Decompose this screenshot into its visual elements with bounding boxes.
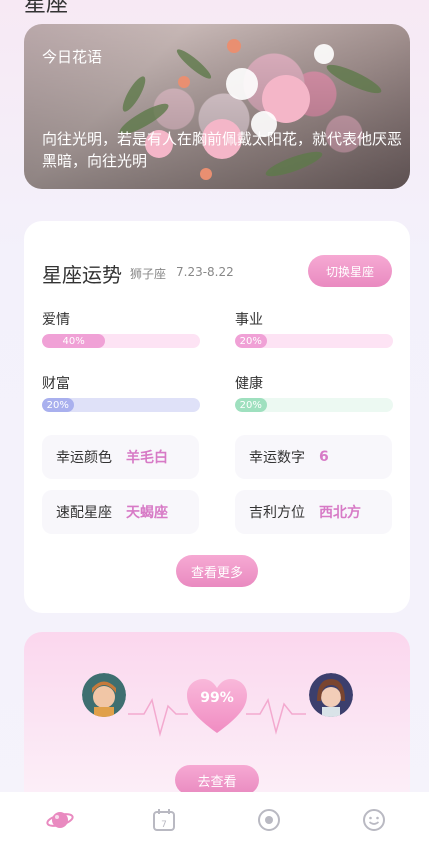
match-sign-value: 天蝎座: [126, 505, 168, 521]
fortune-card: 星座运势 狮子座 7.23-8.22 切换星座 爱情 40% 事业 20% 财富…: [24, 221, 410, 613]
career-progress-fill: 20%: [235, 334, 267, 348]
sign-name: 狮子座: [130, 267, 167, 281]
compatibility-percent: 99%: [200, 690, 234, 706]
sign-date-range: 7.23-8.22: [176, 265, 234, 279]
tab-record[interactable]: [256, 807, 282, 833]
love-progress-bar: 40%: [42, 334, 200, 348]
health-label: 健康: [235, 376, 263, 392]
lucky-direction-value: 西北方: [319, 505, 361, 521]
wealth-label: 财富: [42, 376, 70, 392]
smiley-icon: [363, 809, 385, 831]
career-progress-bar: 20%: [235, 334, 393, 348]
lucky-color-value: 羊毛白: [126, 450, 168, 466]
bottom-tab-bar: 7: [0, 792, 429, 846]
health-progress-fill: 20%: [235, 398, 267, 412]
switch-sign-button[interactable]: 切换星座: [308, 255, 392, 287]
tab-horoscope[interactable]: [46, 807, 74, 833]
lucky-direction-label: 吉利方位: [249, 505, 305, 521]
go-view-button[interactable]: 去查看: [175, 765, 259, 795]
flower-language-quote: 向往光明，若是有人在胸前佩戴太阳花，就代表他厌恶黑暗，向往光明: [42, 130, 403, 170]
health-progress-bar: 20%: [235, 398, 393, 412]
wealth-progress-bar: 20%: [42, 398, 200, 412]
page-title: 星座: [24, 0, 69, 17]
tab-calendar[interactable]: 7: [151, 807, 177, 833]
lucky-direction-box: 吉利方位 西北方: [235, 490, 392, 534]
calendar-icon: 7: [153, 809, 175, 831]
view-more-button[interactable]: 查看更多: [176, 555, 258, 587]
match-sign-box: 速配星座 天蝎座: [42, 490, 199, 534]
lucky-number-label: 幸运数字: [249, 450, 305, 466]
lucky-color-box: 幸运颜色 羊毛白: [42, 435, 199, 479]
match-sign-label: 速配星座: [56, 505, 112, 521]
tab-profile[interactable]: [361, 807, 387, 833]
record-icon: [258, 809, 280, 831]
flower-language-label: 今日花语: [42, 48, 103, 66]
love-progress-fill: 40%: [42, 334, 106, 348]
planet-icon: [46, 812, 74, 828]
calendar-day: 7: [161, 820, 167, 830]
lucky-number-box: 幸运数字 6: [235, 435, 392, 479]
wealth-progress-fill: 20%: [42, 398, 74, 412]
love-label: 爱情: [42, 312, 70, 328]
flower-banner[interactable]: 今日花语 向往光明，若是有人在胸前佩戴太阳花，就代表他厌恶黑暗，向往光明: [24, 24, 410, 189]
heart-icon: [187, 679, 247, 733]
fortune-title: 星座运势: [42, 263, 122, 287]
lucky-color-label: 幸运颜色: [56, 450, 112, 466]
career-label: 事业: [235, 312, 263, 328]
lucky-number-value: 6: [319, 449, 329, 465]
